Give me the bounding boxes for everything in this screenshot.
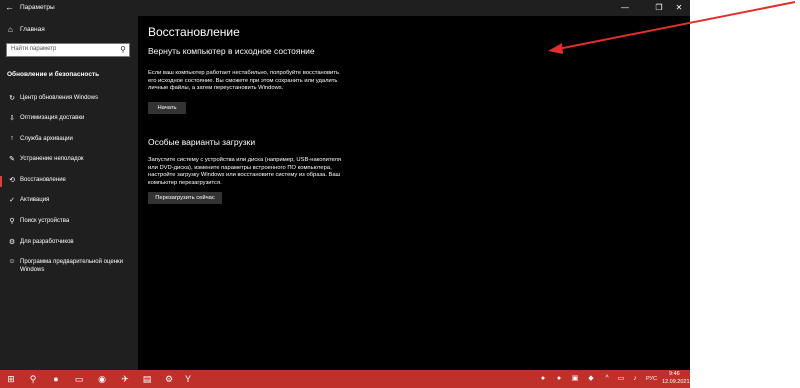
sidebar: ⌂ Главная Найти параметр ⚲ Обновление и … (0, 16, 138, 370)
start-button[interactable]: Начать (148, 102, 186, 114)
back-arrow-icon[interactable]: ← (5, 2, 14, 12)
sidebar-item-recovery[interactable]: ⟲ Восстановление (0, 174, 138, 192)
restart-now-button[interactable]: Перезагрузить сейчас (148, 192, 222, 204)
insider-icon: ☺ (8, 258, 16, 265)
find-device-icon: ⚲ (9, 218, 15, 225)
sidebar-item-label: Для разработчиков (20, 239, 74, 245)
volume-icon[interactable]: ♪ (628, 372, 642, 386)
clock-time[interactable]: 9:46 (669, 371, 680, 377)
sidebar-item-backup[interactable]: ↑ Служба архивации (0, 133, 138, 151)
sidebar-item-label: Активация (20, 197, 50, 203)
sidebar-item-label: Служба архивации (20, 136, 73, 142)
sidebar-item-label: Поиск устройства (20, 218, 70, 224)
battery-icon[interactable]: ▭ (614, 372, 628, 386)
main-content: Восстановление Вернуть компьютер в исход… (138, 16, 690, 370)
recovery-icon: ⟲ (9, 177, 15, 184)
page-title: Восстановление (148, 25, 240, 39)
sidebar-item-label: Программа предварительной оценки Windows (20, 259, 123, 273)
home-icon: ⌂ (8, 25, 13, 34)
sidebar-item-activation[interactable]: ✓ Активация (0, 194, 138, 212)
app-icon[interactable]: ✈ (118, 372, 132, 386)
advanced-startup-heading: Особые варианты загрузки (148, 137, 256, 147)
taskbar: ⊞ ⚲ ● ▭ ◉ ✈ ▤ ⚙ Y ● ● ▣ ◆ ^ ▭ ♪ РУС 9:46… (0, 370, 690, 388)
search-input[interactable]: Найти параметр ⚲ (6, 43, 130, 57)
sidebar-item-label: Оптимизация доставки (20, 115, 85, 121)
section-title: Обновление и безопасность (7, 71, 100, 78)
browser-icon[interactable]: ◉ (95, 372, 109, 386)
file-explorer-icon[interactable]: ▤ (140, 372, 154, 386)
sidebar-item-windows-update[interactable]: ↻ Центр обновления Windows (0, 92, 138, 110)
active-indicator (0, 176, 2, 187)
sync-icon: ↻ (9, 95, 15, 102)
search-taskbar-icon[interactable]: ⚲ (26, 372, 40, 386)
tray-icon[interactable]: ▣ (568, 372, 582, 386)
tray-icon[interactable]: ● (536, 372, 550, 386)
voice-assistant-icon[interactable]: ● (49, 372, 63, 386)
sidebar-item-label: Центр обновления Windows (20, 95, 99, 101)
annotation-arrow-line (557, 1, 796, 50)
activation-icon: ✓ (9, 197, 15, 204)
reset-heading: Вернуть компьютер в исходное состояние (148, 46, 315, 56)
tray-expand-icon[interactable]: ^ (600, 372, 614, 386)
annotation-arrow-head (548, 43, 563, 54)
tray-icon[interactable]: ◆ (584, 372, 598, 386)
clock-date[interactable]: 12.09.2021 (662, 379, 690, 385)
sidebar-item-insider[interactable]: ☺ Программа предварительной оценки Windo… (0, 256, 138, 278)
advanced-startup-description: Запустите систему с устройства или диска… (148, 157, 342, 186)
sidebar-item-troubleshoot[interactable]: ✎ Устранение неполадок (0, 153, 138, 171)
wrench-icon: ✎ (9, 156, 15, 163)
developer-icon: ⚙ (8, 239, 16, 246)
start-menu-icon[interactable]: ⊞ (4, 372, 18, 386)
yandex-browser-icon[interactable]: Y (181, 372, 195, 386)
delivery-icon: ⇩ (9, 115, 15, 122)
backup-icon: ↑ (10, 135, 14, 142)
sidebar-item-developers[interactable]: ⚙ Для разработчиков (0, 236, 138, 254)
search-placeholder: Найти параметр (11, 46, 57, 52)
annotation-arrow (548, 1, 796, 54)
reset-description: Если ваш компьютер работает нестабильно,… (148, 70, 339, 91)
window-title: Параметры (20, 4, 55, 11)
search-icon[interactable]: ⚲ (120, 45, 126, 54)
sidebar-item-find-device[interactable]: ⚲ Поиск устройства (0, 215, 138, 233)
settings-taskbar-icon[interactable]: ⚙ (162, 372, 176, 386)
sidebar-item-delivery-optimization[interactable]: ⇩ Оптимизация доставки (0, 112, 138, 130)
sidebar-item-label: Устранение неполадок (20, 156, 84, 162)
task-view-icon[interactable]: ▭ (72, 372, 86, 386)
home-label: Главная (20, 26, 45, 33)
sidebar-item-label: Восстановление (20, 177, 66, 183)
language-indicator[interactable]: РУС (646, 376, 657, 382)
tray-icon[interactable]: ● (552, 372, 566, 386)
